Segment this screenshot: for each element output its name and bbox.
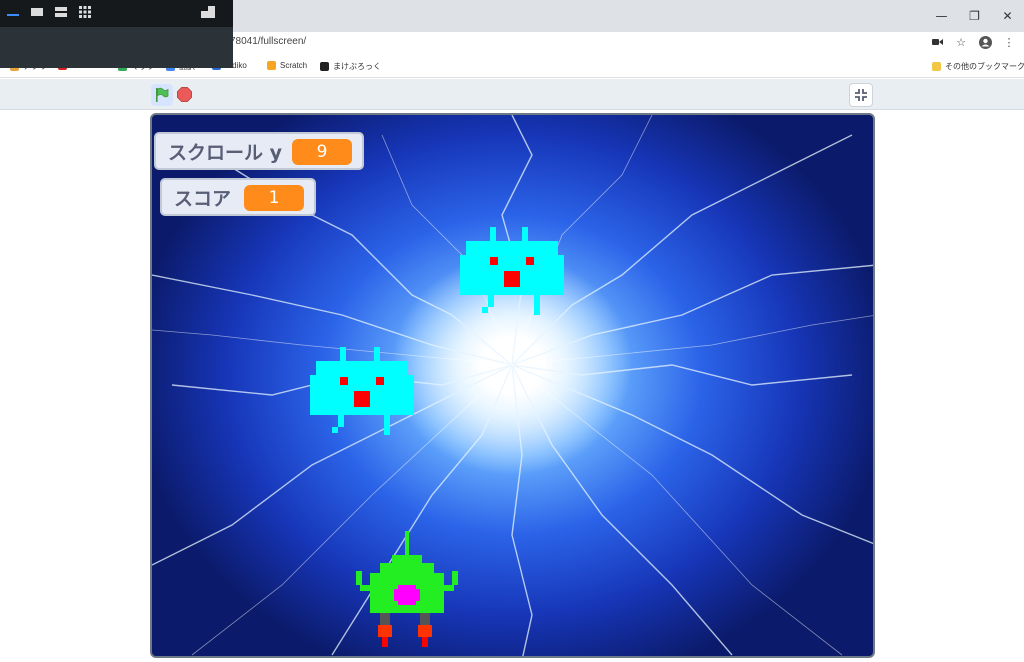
link-icon bbox=[320, 62, 329, 71]
monitor-label: スクロール y bbox=[168, 141, 283, 164]
monitor-scroll-y: スクロール y 9 bbox=[154, 132, 364, 170]
game-stage[interactable]: スクロール y 9 スコア 1 bbox=[150, 113, 875, 658]
address-bar-icons: ☆ ⋮ bbox=[930, 35, 1016, 49]
player-ship-sprite bbox=[356, 531, 458, 647]
layout-minimized-icon[interactable] bbox=[6, 6, 20, 18]
layout-grid-icon[interactable] bbox=[78, 6, 92, 18]
layout-single-icon[interactable] bbox=[30, 6, 44, 18]
stop-button[interactable] bbox=[177, 87, 192, 102]
scratch-icon bbox=[267, 61, 276, 70]
star-icon[interactable]: ☆ bbox=[954, 35, 968, 49]
menu-icon[interactable]: ⋮ bbox=[1002, 35, 1016, 49]
close-button[interactable]: ✕ bbox=[991, 0, 1024, 32]
folder-icon bbox=[932, 62, 941, 71]
bookmark-makeblock[interactable]: まけぶろっく bbox=[320, 61, 381, 72]
bookmark-scratch[interactable]: Scratch bbox=[267, 61, 307, 70]
green-flag-icon bbox=[156, 87, 169, 102]
other-bookmarks[interactable]: その他のブックマーク bbox=[932, 61, 1024, 72]
browser-window: { "browser": { "url_fragment": "78041/fu… bbox=[0, 0, 1024, 662]
layout-rows-icon[interactable] bbox=[54, 6, 68, 18]
enemy-alien-sprite bbox=[460, 227, 564, 315]
monitor-value: 9 bbox=[292, 139, 352, 165]
window-controls: — ❐ ✕ bbox=[925, 0, 1024, 32]
restore-button[interactable]: ❐ bbox=[958, 0, 991, 32]
enemy-alien-sprite bbox=[310, 347, 414, 435]
profile-icon[interactable] bbox=[978, 35, 992, 49]
exit-fullscreen-icon bbox=[855, 89, 867, 101]
snap-layout-overlay bbox=[0, 0, 233, 68]
monitor-score: スコア 1 bbox=[160, 178, 316, 216]
green-flag-button[interactable] bbox=[151, 84, 173, 106]
monitor-value: 1 bbox=[244, 185, 304, 211]
url-text[interactable]: 78041/fullscreen/ bbox=[230, 36, 306, 47]
exit-fullscreen-button[interactable] bbox=[849, 83, 873, 107]
minimize-button[interactable]: — bbox=[925, 0, 958, 32]
monitor-label: スコア bbox=[174, 187, 232, 210]
snap-layout-bar bbox=[0, 0, 233, 27]
camera-icon[interactable] bbox=[930, 35, 944, 49]
layout-corner-icon[interactable] bbox=[201, 6, 215, 18]
